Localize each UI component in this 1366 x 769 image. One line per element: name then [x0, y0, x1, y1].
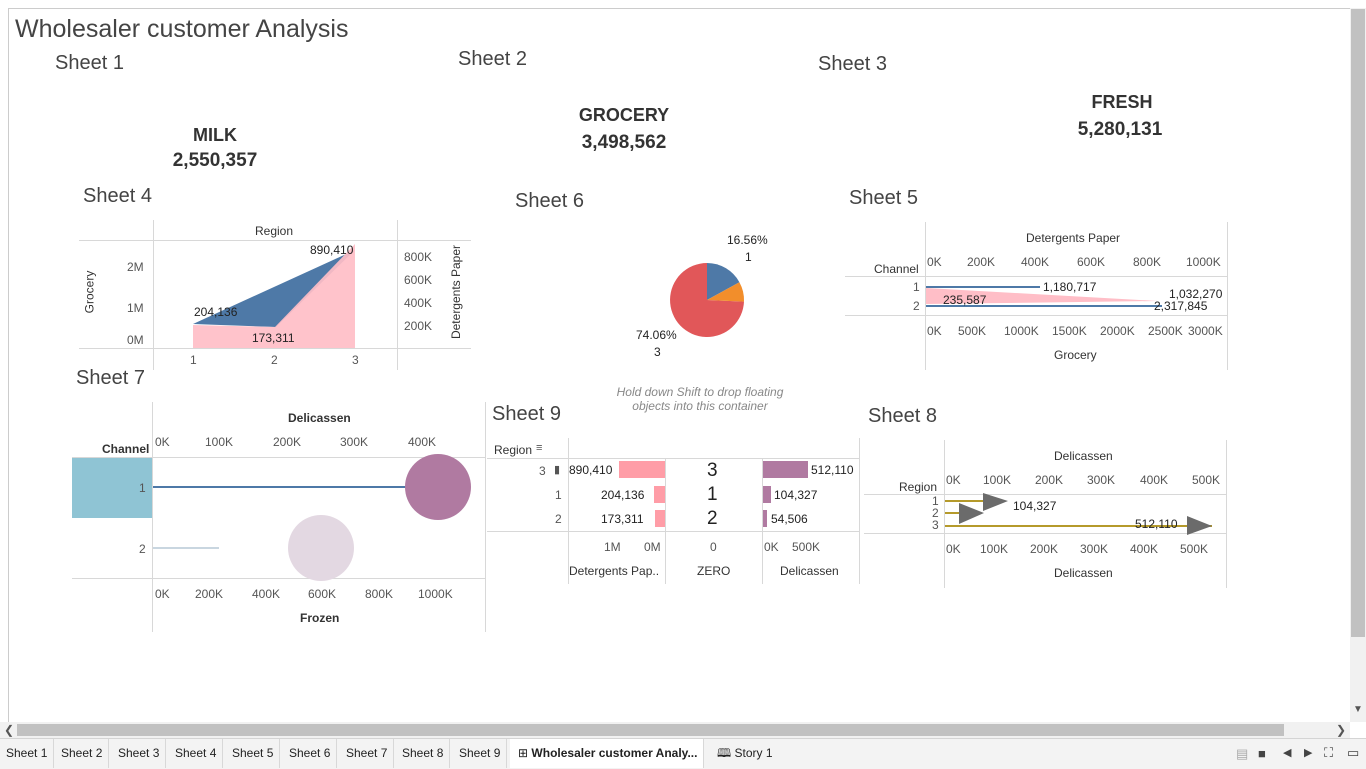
s8-bottom-tick: 0K — [946, 542, 961, 556]
tab-dashboard[interactable]: ⊞ Wholesaler customer Analy... — [510, 739, 705, 768]
s8-bottom-tick: 400K — [1130, 542, 1159, 556]
s8-bottom-tick: 500K — [1180, 542, 1209, 556]
scroll-right-icon[interactable]: ❯ — [1336, 723, 1346, 737]
tab-story-label: Story 1 — [734, 746, 773, 760]
present-icon[interactable]: ▭ — [1347, 745, 1359, 761]
s8-marker-2 — [959, 503, 984, 524]
fullscreen-icon[interactable]: ⛶ — [1324, 745, 1333, 761]
tab-sheet4[interactable]: Sheet 4 — [169, 739, 224, 768]
horizontal-scrollbar[interactable]: ❮ ❯ — [0, 722, 1350, 738]
vertical-scrollbar[interactable]: ▼ — [1350, 8, 1366, 722]
tab-sheet2[interactable]: Sheet 2 — [55, 739, 110, 768]
tab-story[interactable]: 🕮 Story 1 — [711, 739, 779, 768]
s8-bottom-tick: 100K — [980, 542, 1009, 556]
tab-sheet1[interactable]: Sheet 1 — [0, 739, 55, 768]
s8-marker-1 — [983, 493, 1008, 511]
sheet7-bottom-label: Frozen — [300, 611, 340, 625]
horizontal-scroll-thumb[interactable] — [17, 724, 1284, 736]
tab-sheet6[interactable]: Sheet 6 — [283, 739, 338, 768]
tab-sheet9[interactable]: Sheet 9 — [453, 739, 508, 768]
first-tab-icon[interactable]: ◀ — [1283, 746, 1291, 759]
vertical-scroll-thumb[interactable] — [1351, 9, 1365, 637]
tab-sheet7[interactable]: Sheet 7 — [340, 739, 395, 768]
story-book-icon: 🕮 — [717, 746, 732, 760]
s8-bottom-tick: 200K — [1030, 542, 1059, 556]
tab-sheet8[interactable]: Sheet 8 — [396, 739, 451, 768]
s8-label: 512,110 — [1135, 517, 1178, 531]
s8-bottom-tick: 300K — [1080, 542, 1109, 556]
filmstrip-view-icon[interactable]: ▤ — [1236, 746, 1248, 762]
tab-dashboard-label: Wholesaler customer Analy... — [531, 746, 698, 760]
sheet-tab-bar: Sheet 1 Sheet 2 Sheet 3 Sheet 4 Sheet 5 … — [0, 738, 1366, 769]
sheet8-bottom-label: Delicassen — [1054, 566, 1113, 580]
scroll-down-icon[interactable]: ▼ — [1353, 704, 1363, 715]
tab-sheet3[interactable]: Sheet 3 — [112, 739, 167, 768]
s8-label: 104,327 — [1013, 499, 1057, 513]
scroll-left-icon[interactable]: ❮ — [4, 723, 14, 737]
next-tab-icon[interactable]: ▶ — [1304, 746, 1312, 759]
dashboard-grid-icon: ⊞ — [518, 746, 529, 760]
s8-marker-3 — [1187, 516, 1212, 535]
tabs-view-icon[interactable]: ■ — [1258, 746, 1266, 761]
tab-sheet5[interactable]: Sheet 5 — [226, 739, 281, 768]
